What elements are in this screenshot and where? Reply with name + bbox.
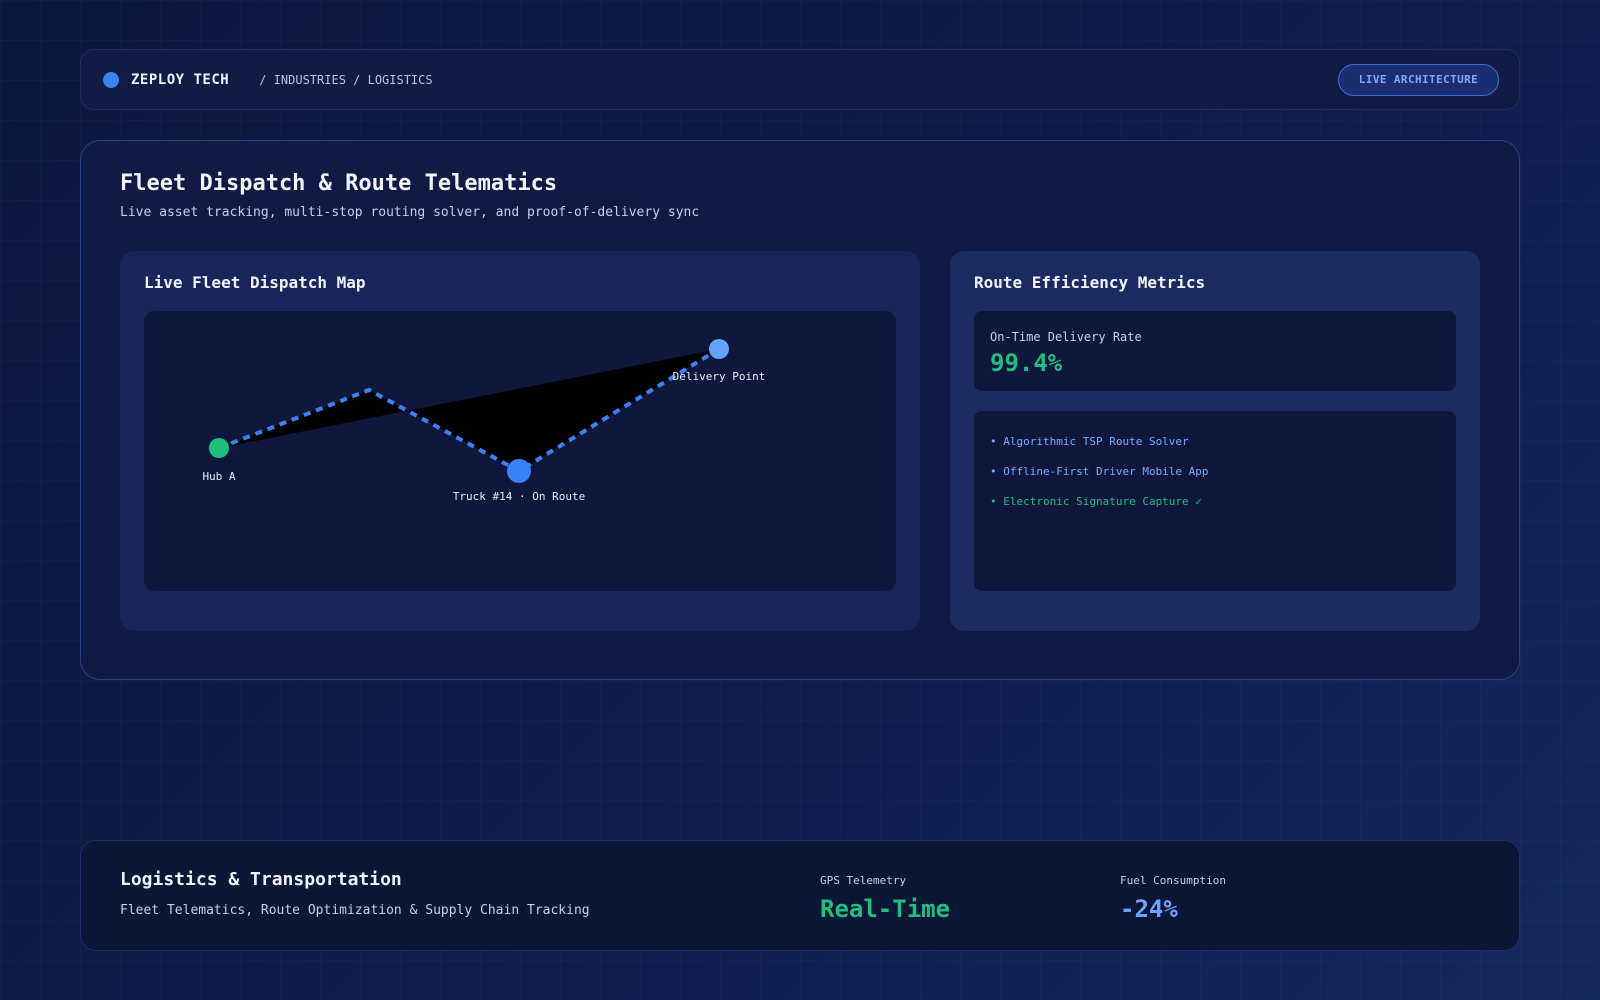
route-area-shape bbox=[219, 349, 719, 471]
live-architecture-button[interactable]: LIVE ARCHITECTURE bbox=[1338, 63, 1499, 96]
stat-value: -24% bbox=[1120, 895, 1178, 923]
feature-item: • Offline-First Driver Mobile App bbox=[990, 465, 1209, 478]
feature-item: • Algorithmic TSP Route Solver bbox=[990, 435, 1189, 448]
page-subtitle: Live asset tracking, multi-stop routing … bbox=[120, 205, 700, 220]
dispatch-map[interactable]: Hub A Truck #14 · On Route Delivery Poin… bbox=[144, 311, 896, 591]
breadcrumb[interactable]: / INDUSTRIES / LOGISTICS bbox=[259, 73, 432, 87]
main-card: Fleet Dispatch & Route Telematics Live a… bbox=[80, 140, 1520, 680]
map-panel-title: Live Fleet Dispatch Map bbox=[144, 273, 366, 292]
fleet-map-panel: Live Fleet Dispatch Map Hub A Truck #14 … bbox=[120, 251, 920, 631]
route-map-svg: Hub A Truck #14 · On Route Delivery Poin… bbox=[202, 339, 766, 503]
truck-marker-icon[interactable] bbox=[507, 459, 531, 483]
delivery-label: Delivery Point bbox=[673, 370, 766, 383]
kpi-label: On-Time Delivery Rate bbox=[990, 330, 1142, 344]
brand-logo-icon bbox=[103, 71, 119, 88]
feature-item-complete: • Electronic Signature Capture ✓ bbox=[990, 495, 1202, 508]
page-title: Fleet Dispatch & Route Telematics bbox=[120, 171, 558, 196]
industry-summary-card: Logistics & Transportation Fleet Telemat… bbox=[80, 840, 1520, 951]
gps-telemetry-stat: GPS Telemetry Real-Time bbox=[820, 874, 950, 923]
hub-label: Hub A bbox=[202, 470, 235, 483]
fuel-consumption-stat: Fuel Consumption -24% bbox=[1120, 874, 1226, 923]
feature-list: • Algorithmic TSP Route Solver • Offline… bbox=[974, 411, 1456, 591]
stat-value: Real-Time bbox=[820, 895, 951, 923]
industry-title: Logistics & Transportation bbox=[120, 869, 402, 890]
delivery-marker-icon[interactable] bbox=[709, 339, 729, 359]
brand-name[interactable]: ZEPLOY TECH bbox=[131, 72, 229, 88]
stat-label: GPS Telemetry bbox=[820, 874, 907, 887]
kpi-value: 99.4% bbox=[990, 349, 1063, 377]
on-time-kpi-card: On-Time Delivery Rate 99.4% bbox=[974, 311, 1456, 391]
industry-subtitle: Fleet Telematics, Route Optimization & S… bbox=[120, 903, 590, 918]
top-bar: ZEPLOY TECH / INDUSTRIES / LOGISTICS LIV… bbox=[80, 49, 1520, 110]
hub-marker-icon[interactable] bbox=[209, 438, 229, 458]
truck-label: Truck #14 · On Route bbox=[453, 490, 585, 503]
metrics-panel-title: Route Efficiency Metrics bbox=[974, 273, 1206, 292]
stat-label: Fuel Consumption bbox=[1120, 874, 1226, 887]
route-metrics-panel: Route Efficiency Metrics On-Time Deliver… bbox=[950, 251, 1480, 631]
